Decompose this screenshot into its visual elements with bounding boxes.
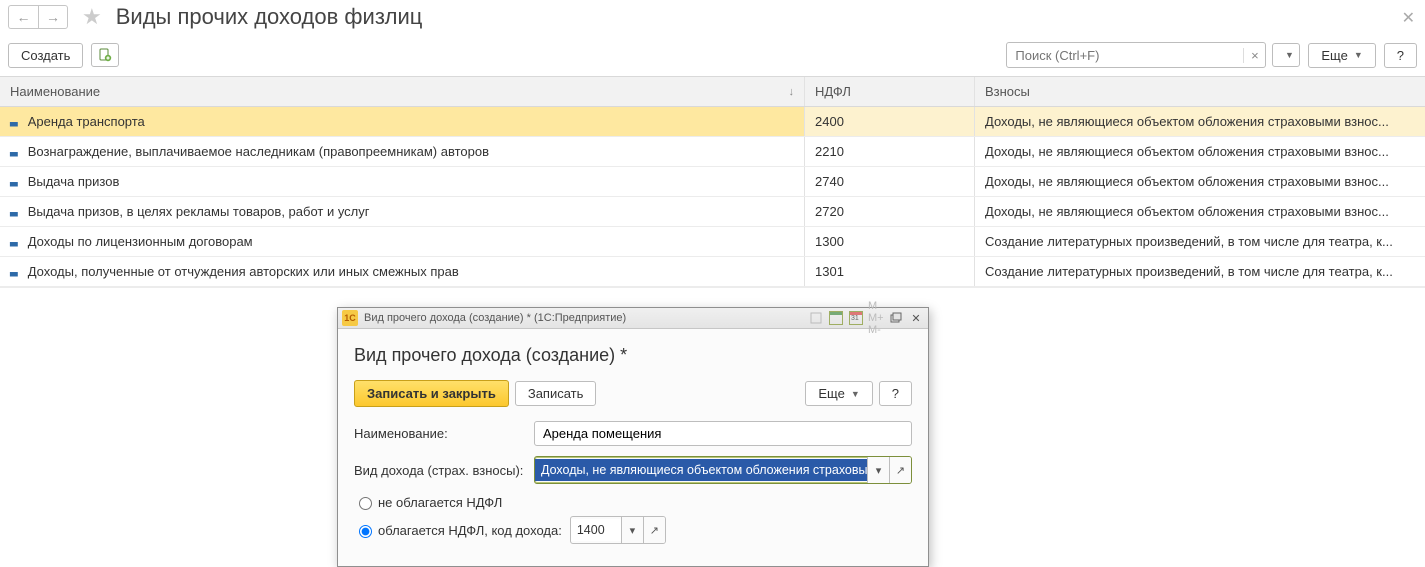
cell-ndfl: 2740: [805, 167, 975, 196]
code-value: 1400: [571, 519, 621, 541]
titlebar-memory-icon[interactable]: M M+ M-: [868, 310, 884, 326]
cell-ndfl: 1301: [805, 257, 975, 286]
page-title: Виды прочих доходов физлиц: [116, 4, 423, 30]
save-and-close-button[interactable]: Записать и закрыть: [354, 380, 509, 407]
combo-open-icon[interactable]: ↗: [643, 517, 665, 543]
cell-name: ▃Аренда транспорта: [0, 107, 805, 136]
name-label: Наименование:: [354, 426, 534, 441]
kind-label: Вид дохода (страх. взносы):: [354, 463, 534, 478]
titlebar-doc-icon[interactable]: [808, 310, 824, 326]
table-row[interactable]: ▃Доходы по лицензионным договорам1300Соз…: [0, 227, 1425, 257]
titlebar-close-icon[interactable]: ✕: [908, 310, 924, 326]
oneC-logo-icon: 1C: [342, 310, 358, 326]
document-plus-icon: [98, 48, 112, 62]
not-taxed-label: не облагается НДФЛ: [378, 495, 502, 510]
more-label: Еще: [1321, 48, 1347, 63]
create-copy-button[interactable]: [91, 43, 119, 67]
cell-fees: Доходы, не являющиеся объектом обложения…: [975, 167, 1425, 196]
nav-back-button[interactable]: ←: [8, 5, 38, 29]
cell-fees: Создание литературных произведений, в то…: [975, 257, 1425, 286]
cell-fees: Доходы, не являющиеся объектом обложения…: [975, 107, 1425, 136]
combo-dropdown-icon[interactable]: ▾: [867, 457, 889, 483]
taxed-label: облагается НДФЛ, код дохода:: [378, 523, 562, 538]
cell-name: ▃Доходы, полученные от отчуждения авторс…: [0, 257, 805, 286]
code-combobox[interactable]: 1400 ▾ ↗: [570, 516, 666, 544]
table-row[interactable]: ▃Доходы, полученные от отчуждения авторс…: [0, 257, 1425, 287]
dialog-heading: Вид прочего дохода (создание) *: [354, 345, 912, 366]
cell-fees: Доходы, не являющиеся объектом обложения…: [975, 197, 1425, 226]
row-marker-icon: ▃: [10, 116, 18, 127]
help-button[interactable]: ?: [1384, 43, 1417, 68]
create-income-dialog: 1C Вид прочего дохода (создание) * (1С:П…: [337, 307, 929, 567]
nav-forward-button[interactable]: →: [38, 5, 68, 29]
search-button[interactable]: ▼: [1272, 43, 1300, 67]
create-button[interactable]: Создать: [8, 43, 83, 68]
cell-ndfl: 2720: [805, 197, 975, 226]
chevron-down-icon: ▼: [851, 389, 860, 399]
cell-fees: Доходы, не являющиеся объектом обложения…: [975, 137, 1425, 166]
search-field[interactable]: ×: [1006, 42, 1266, 68]
cell-ndfl: 2400: [805, 107, 975, 136]
row-marker-icon: ▃: [10, 266, 18, 277]
column-header-fees[interactable]: Взносы: [975, 77, 1425, 106]
table-row[interactable]: ▃Аренда транспорта2400Доходы, не являющи…: [0, 107, 1425, 137]
search-clear-icon[interactable]: ×: [1243, 48, 1265, 63]
titlebar-calendar-icon[interactable]: [828, 310, 844, 326]
search-input[interactable]: [1007, 48, 1243, 63]
cell-ndfl: 1300: [805, 227, 975, 256]
row-marker-icon: ▃: [10, 176, 18, 187]
row-marker-icon: ▃: [10, 146, 18, 157]
sort-indicator-icon: ↓: [789, 86, 795, 98]
cell-name: ▃Вознаграждение, выплачиваемое наследник…: [0, 137, 805, 166]
dialog-window-title: Вид прочего дохода (создание) * (1С:Пред…: [364, 312, 626, 324]
kind-value: Доходы, не являющиеся объектом обложения…: [535, 459, 867, 481]
cell-name: ▃Доходы по лицензионным договорам: [0, 227, 805, 256]
table-row[interactable]: ▃Выдача призов, в целях рекламы товаров,…: [0, 197, 1425, 227]
favorite-star-icon[interactable]: ★: [82, 4, 102, 30]
dialog-help-button[interactable]: ?: [879, 381, 912, 406]
cell-ndfl: 2210: [805, 137, 975, 166]
table-row[interactable]: ▃Выдача призов2740Доходы, не являющиеся …: [0, 167, 1425, 197]
taxed-radio[interactable]: [359, 525, 372, 538]
income-types-table: Наименование ↓ НДФЛ Взносы ▃Аренда транс…: [0, 76, 1425, 288]
titlebar-restore-icon[interactable]: [888, 310, 904, 326]
table-row[interactable]: ▃Вознаграждение, выплачиваемое наследник…: [0, 137, 1425, 167]
chevron-down-icon: ▼: [1354, 50, 1363, 60]
dialog-more-button[interactable]: Еще ▼: [805, 381, 872, 406]
row-marker-icon: ▃: [10, 206, 18, 217]
cell-fees: Создание литературных произведений, в то…: [975, 227, 1425, 256]
row-marker-icon: ▃: [10, 236, 18, 247]
cell-name: ▃Выдача призов: [0, 167, 805, 196]
cell-name: ▃Выдача призов, в целях рекламы товаров,…: [0, 197, 805, 226]
combo-open-icon[interactable]: ↗: [889, 457, 911, 483]
column-header-ndfl[interactable]: НДФЛ: [805, 77, 975, 106]
close-icon[interactable]: ✕: [1402, 8, 1415, 28]
name-input[interactable]: [534, 421, 912, 446]
kind-combobox[interactable]: Доходы, не являющиеся объектом обложения…: [534, 456, 912, 484]
combo-dropdown-icon[interactable]: ▾: [621, 517, 643, 543]
dialog-titlebar[interactable]: 1C Вид прочего дохода (создание) * (1С:П…: [338, 308, 928, 329]
more-button[interactable]: Еще ▼: [1308, 43, 1375, 68]
not-taxed-radio[interactable]: [359, 497, 372, 510]
save-button[interactable]: Записать: [515, 381, 597, 406]
column-header-name[interactable]: Наименование ↓: [0, 77, 805, 106]
titlebar-calendar31-icon[interactable]: [848, 310, 864, 326]
